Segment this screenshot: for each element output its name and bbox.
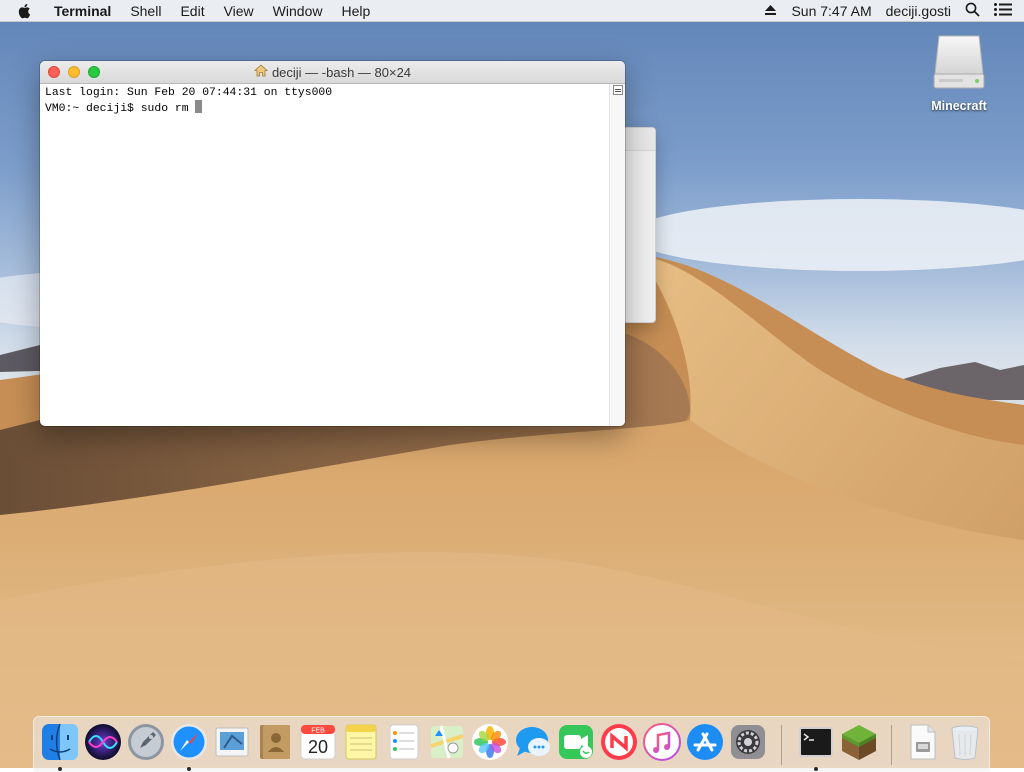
terminal-window[interactable]: deciji — -bash — 80×24 Last login: Sun F… — [40, 61, 625, 426]
menu-app-terminal[interactable]: Terminal — [54, 3, 111, 19]
dock-item-siri[interactable] — [83, 722, 123, 762]
dock-item-contacts[interactable] — [255, 722, 295, 762]
dock-separator — [891, 725, 892, 765]
dock-item-messages[interactable] — [513, 722, 553, 762]
disk-drive-icon — [931, 35, 987, 96]
notification-center-icon[interactable] — [994, 3, 1012, 19]
scrollbar[interactable] — [609, 84, 625, 426]
terminal-icon — [799, 727, 833, 757]
dock-item-reminders[interactable] — [384, 722, 424, 762]
calendar-icon: FEB 20 — [300, 724, 336, 760]
dock-item-minecraft[interactable] — [839, 722, 879, 762]
window-controls — [48, 66, 108, 78]
eject-icon[interactable] — [764, 3, 777, 19]
terminal-line: VM0:~ deciji$ sudo rm — [45, 103, 196, 115]
notes-icon — [345, 724, 377, 760]
dock-item-finder[interactable] — [40, 722, 80, 771]
text-cursor — [195, 100, 203, 113]
dock-item-launchpad[interactable] — [126, 722, 166, 762]
minimize-button[interactable] — [68, 66, 80, 78]
contacts-icon — [260, 725, 290, 759]
dock-item-terminal[interactable] — [796, 722, 836, 771]
facetime-icon — [559, 725, 593, 759]
split-pane-icon[interactable] — [613, 85, 623, 95]
terminal-line: Last login: Sun Feb 20 07:44:31 on ttys0… — [45, 87, 333, 99]
close-button[interactable] — [48, 66, 60, 78]
system-preferences-icon — [731, 725, 765, 759]
window-titlebar[interactable]: deciji — -bash — 80×24 — [40, 61, 625, 84]
siri-icon — [85, 724, 121, 760]
minecraft-icon — [842, 725, 876, 760]
reminders-icon — [389, 724, 419, 760]
calendar-month: FEB — [311, 728, 325, 735]
dock-item-photos[interactable] — [470, 722, 510, 762]
menu-edit[interactable]: Edit — [180, 3, 204, 19]
dock-item-app-store[interactable] — [685, 722, 725, 762]
dock-item-calendar[interactable]: FEB 20 — [298, 722, 338, 762]
terminal-output[interactable]: Last login: Sun Feb 20 07:44:31 on ttys0… — [40, 84, 610, 426]
itunes-icon — [643, 723, 681, 761]
trash-icon — [951, 725, 979, 760]
dock: FEB 20 — [33, 716, 990, 772]
safari-icon — [171, 724, 207, 760]
finder-icon — [42, 723, 78, 761]
dock-item-system-preferences[interactable] — [728, 722, 768, 762]
menu-user[interactable]: deciji.gosti — [886, 3, 951, 19]
terminal-prompt-line: VM0:~ deciji$ sudo rm — [45, 100, 605, 116]
dock-item-safari[interactable] — [169, 722, 209, 771]
menu-shell[interactable]: Shell — [130, 3, 161, 19]
document-icon — [910, 724, 936, 760]
mail-icon — [215, 727, 249, 757]
desktop-icon-label: Minecraft — [931, 99, 987, 113]
menu-clock[interactable]: Sun 7:47 AM — [791, 3, 871, 19]
dock-item-mail[interactable] — [212, 722, 252, 762]
dock-item-maps[interactable] — [427, 722, 467, 762]
dock-item-document[interactable] — [902, 722, 942, 762]
dock-item-news[interactable] — [599, 722, 639, 762]
maps-icon — [430, 725, 464, 759]
launchpad-icon — [128, 724, 164, 760]
calendar-day: 20 — [308, 737, 328, 757]
news-icon — [601, 724, 637, 760]
spotlight-icon[interactable] — [965, 2, 980, 20]
messages-icon — [516, 727, 550, 756]
window-title: deciji — -bash — 80×24 — [271, 64, 412, 80]
desktop-icon-minecraft[interactable]: Minecraft — [920, 32, 998, 113]
dock-item-notes[interactable] — [341, 722, 381, 762]
photos-icon — [472, 724, 508, 760]
dock-separator — [781, 725, 782, 765]
home-folder-icon — [253, 64, 272, 80]
menu-window[interactable]: Window — [273, 3, 323, 19]
dock-item-trash[interactable] — [945, 722, 985, 762]
app-store-icon — [687, 724, 723, 760]
zoom-button[interactable] — [88, 66, 100, 78]
menu-help[interactable]: Help — [341, 3, 370, 19]
dock-item-itunes[interactable] — [642, 722, 682, 762]
apple-logo-icon[interactable] — [18, 2, 36, 20]
menu-view[interactable]: View — [224, 3, 254, 19]
dock-item-facetime[interactable] — [556, 722, 596, 762]
menu-bar: Terminal Shell Edit View Window Help Sun… — [0, 0, 1024, 22]
